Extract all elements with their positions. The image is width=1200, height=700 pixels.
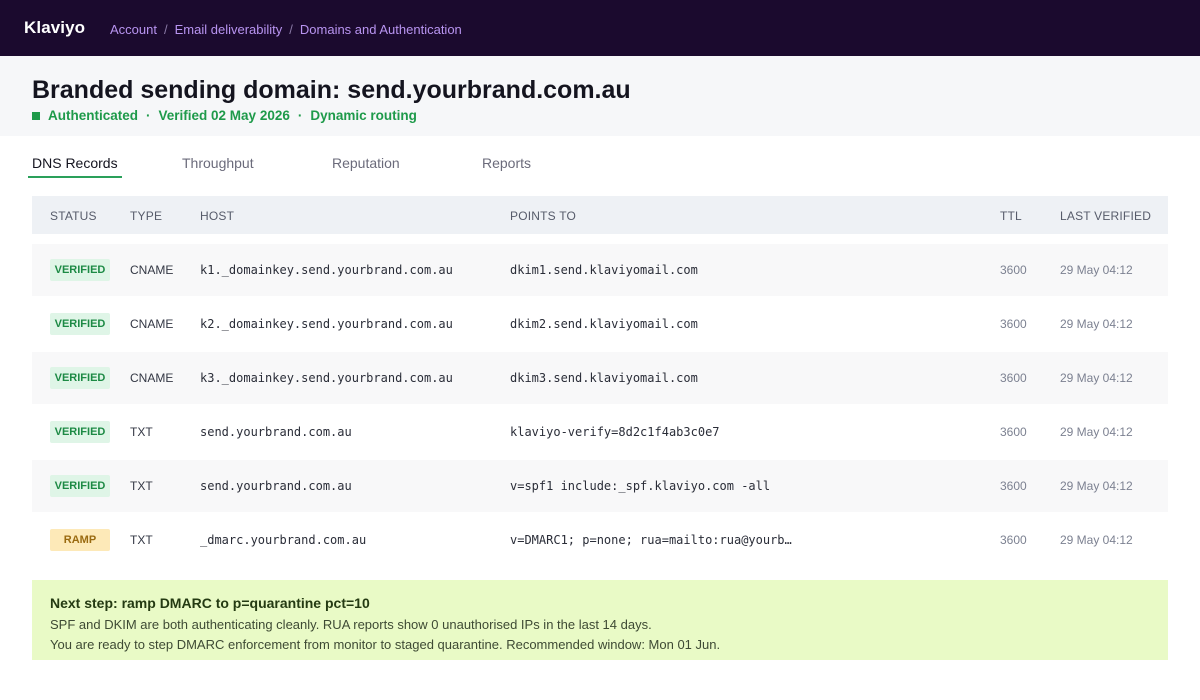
dns-records-table: STATUS TYPE HOST POINTS TO TTL LAST VERI… [32, 196, 1168, 551]
status-separator: · [146, 108, 151, 123]
record-ttl: 3600 [1000, 371, 1027, 385]
callout-line: You are ready to step DMARC enforcement … [50, 637, 721, 652]
record-host: send.yourbrand.com.au [200, 479, 352, 493]
column-header-type: TYPE [130, 209, 163, 223]
status-verified-date: Verified 02 May 2026 [158, 108, 290, 123]
record-points-to: v=spf1 include:_spf.klaviyo.com -all [510, 479, 771, 493]
column-header-ttl: TTL [1000, 209, 1022, 223]
record-last-verified: 29 May 04:12 [1060, 317, 1133, 331]
top-nav-bar: Klaviyo Account / Email deliverability /… [0, 0, 1200, 56]
table-row[interactable]: VERIFIED CNAME k3._domainkey.send.yourbr… [32, 352, 1168, 404]
record-type: CNAME [130, 371, 174, 385]
table-row[interactable]: VERIFIED TXT send.yourbrand.com.au v=spf… [32, 460, 1168, 512]
breadcrumb-email-deliverability[interactable]: Email deliverability [175, 22, 283, 37]
tab-bar: DNS Records Throughput Reputation Report… [28, 148, 1168, 180]
record-type: TXT [130, 425, 153, 439]
status-badge: VERIFIED [50, 421, 110, 443]
record-ttl: 3600 [1000, 425, 1027, 439]
status-routing: Dynamic routing [310, 108, 417, 123]
tab-throughput[interactable]: Throughput [182, 155, 254, 171]
table-row[interactable]: VERIFIED CNAME k1._domainkey.send.yourbr… [32, 244, 1168, 296]
page-header: Branded sending domain: send.yourbrand.c… [0, 56, 1200, 136]
table-row[interactable]: VERIFIED CNAME k2._domainkey.send.yourbr… [32, 298, 1168, 350]
record-points-to: dkim3.send.klaviyomail.com [510, 371, 698, 385]
breadcrumb-separator: / [163, 22, 168, 37]
tab-reputation[interactable]: Reputation [332, 155, 400, 171]
record-ttl: 3600 [1000, 317, 1027, 331]
record-host: _dmarc.yourbrand.com.au [200, 533, 367, 547]
status-badge: VERIFIED [50, 313, 110, 335]
status-badge: VERIFIED [50, 367, 110, 389]
callout-title: Next step: ramp DMARC to p=quarantine pc… [50, 595, 370, 611]
tab-reports[interactable]: Reports [482, 155, 531, 171]
domain-status-line: Authenticated · Verified 02 May 2026 · D… [32, 108, 417, 123]
record-last-verified: 29 May 04:12 [1060, 479, 1133, 493]
column-header-status: STATUS [50, 209, 97, 223]
active-tab-indicator [28, 176, 122, 178]
record-ttl: 3600 [1000, 479, 1027, 493]
tab-dns-records[interactable]: DNS Records [32, 155, 118, 171]
record-points-to: klaviyo-verify=8d2c1f4ab3c0e7 [510, 425, 720, 439]
next-step-callout: Next step: ramp DMARC to p=quarantine pc… [32, 580, 1168, 660]
callout-line: SPF and DKIM are both authenticating cle… [50, 617, 652, 632]
record-type: CNAME [130, 263, 174, 277]
record-host: k1._domainkey.send.yourbrand.com.au [200, 263, 453, 277]
record-last-verified: 29 May 04:12 [1060, 533, 1133, 547]
status-authenticated: Authenticated [48, 108, 139, 123]
record-host: k2._domainkey.send.yourbrand.com.au [200, 317, 453, 331]
breadcrumb-account[interactable]: Account [110, 22, 157, 37]
record-points-to: v=DMARC1; p=none; rua=mailto:rua@yourb… [510, 533, 792, 547]
record-points-to: dkim1.send.klaviyomail.com [510, 263, 698, 277]
record-type: CNAME [130, 317, 174, 331]
breadcrumb: Account / Email deliverability / Domains… [110, 22, 462, 37]
record-points-to: dkim2.send.klaviyomail.com [510, 317, 698, 331]
table-row[interactable]: VERIFIED TXT send.yourbrand.com.au klavi… [32, 406, 1168, 458]
record-host: send.yourbrand.com.au [200, 425, 352, 439]
table-row[interactable]: RAMP TXT _dmarc.yourbrand.com.au v=DMARC… [32, 514, 1168, 566]
record-last-verified: 29 May 04:12 [1060, 263, 1133, 277]
status-indicator-icon [32, 111, 40, 120]
record-ttl: 3600 [1000, 533, 1027, 547]
breadcrumb-separator: / [289, 22, 293, 37]
status-badge: RAMP [50, 529, 110, 551]
page-title: Branded sending domain: send.yourbrand.c… [32, 76, 631, 104]
record-last-verified: 29 May 04:12 [1060, 371, 1133, 385]
status-separator: · [297, 108, 303, 123]
breadcrumb-domains-authentication[interactable]: Domains and Authentication [300, 22, 462, 37]
status-badge: VERIFIED [50, 475, 110, 497]
record-host: k3._domainkey.send.yourbrand.com.au [200, 371, 453, 385]
table-header: STATUS TYPE HOST POINTS TO TTL LAST VERI… [32, 196, 1168, 234]
record-last-verified: 29 May 04:12 [1060, 425, 1133, 439]
status-badge: VERIFIED [50, 259, 110, 281]
record-type: TXT [130, 479, 153, 493]
record-type: TXT [130, 533, 153, 547]
column-header-host: HOST [200, 209, 235, 223]
callout-body: SPF and DKIM are both authenticating cle… [50, 615, 1150, 655]
klaviyo-logo[interactable]: Klaviyo [24, 18, 85, 38]
column-header-last-verified: LAST VERIFIED [1060, 209, 1152, 223]
record-ttl: 3600 [1000, 263, 1027, 277]
column-header-points-to: POINTS TO [510, 209, 577, 223]
